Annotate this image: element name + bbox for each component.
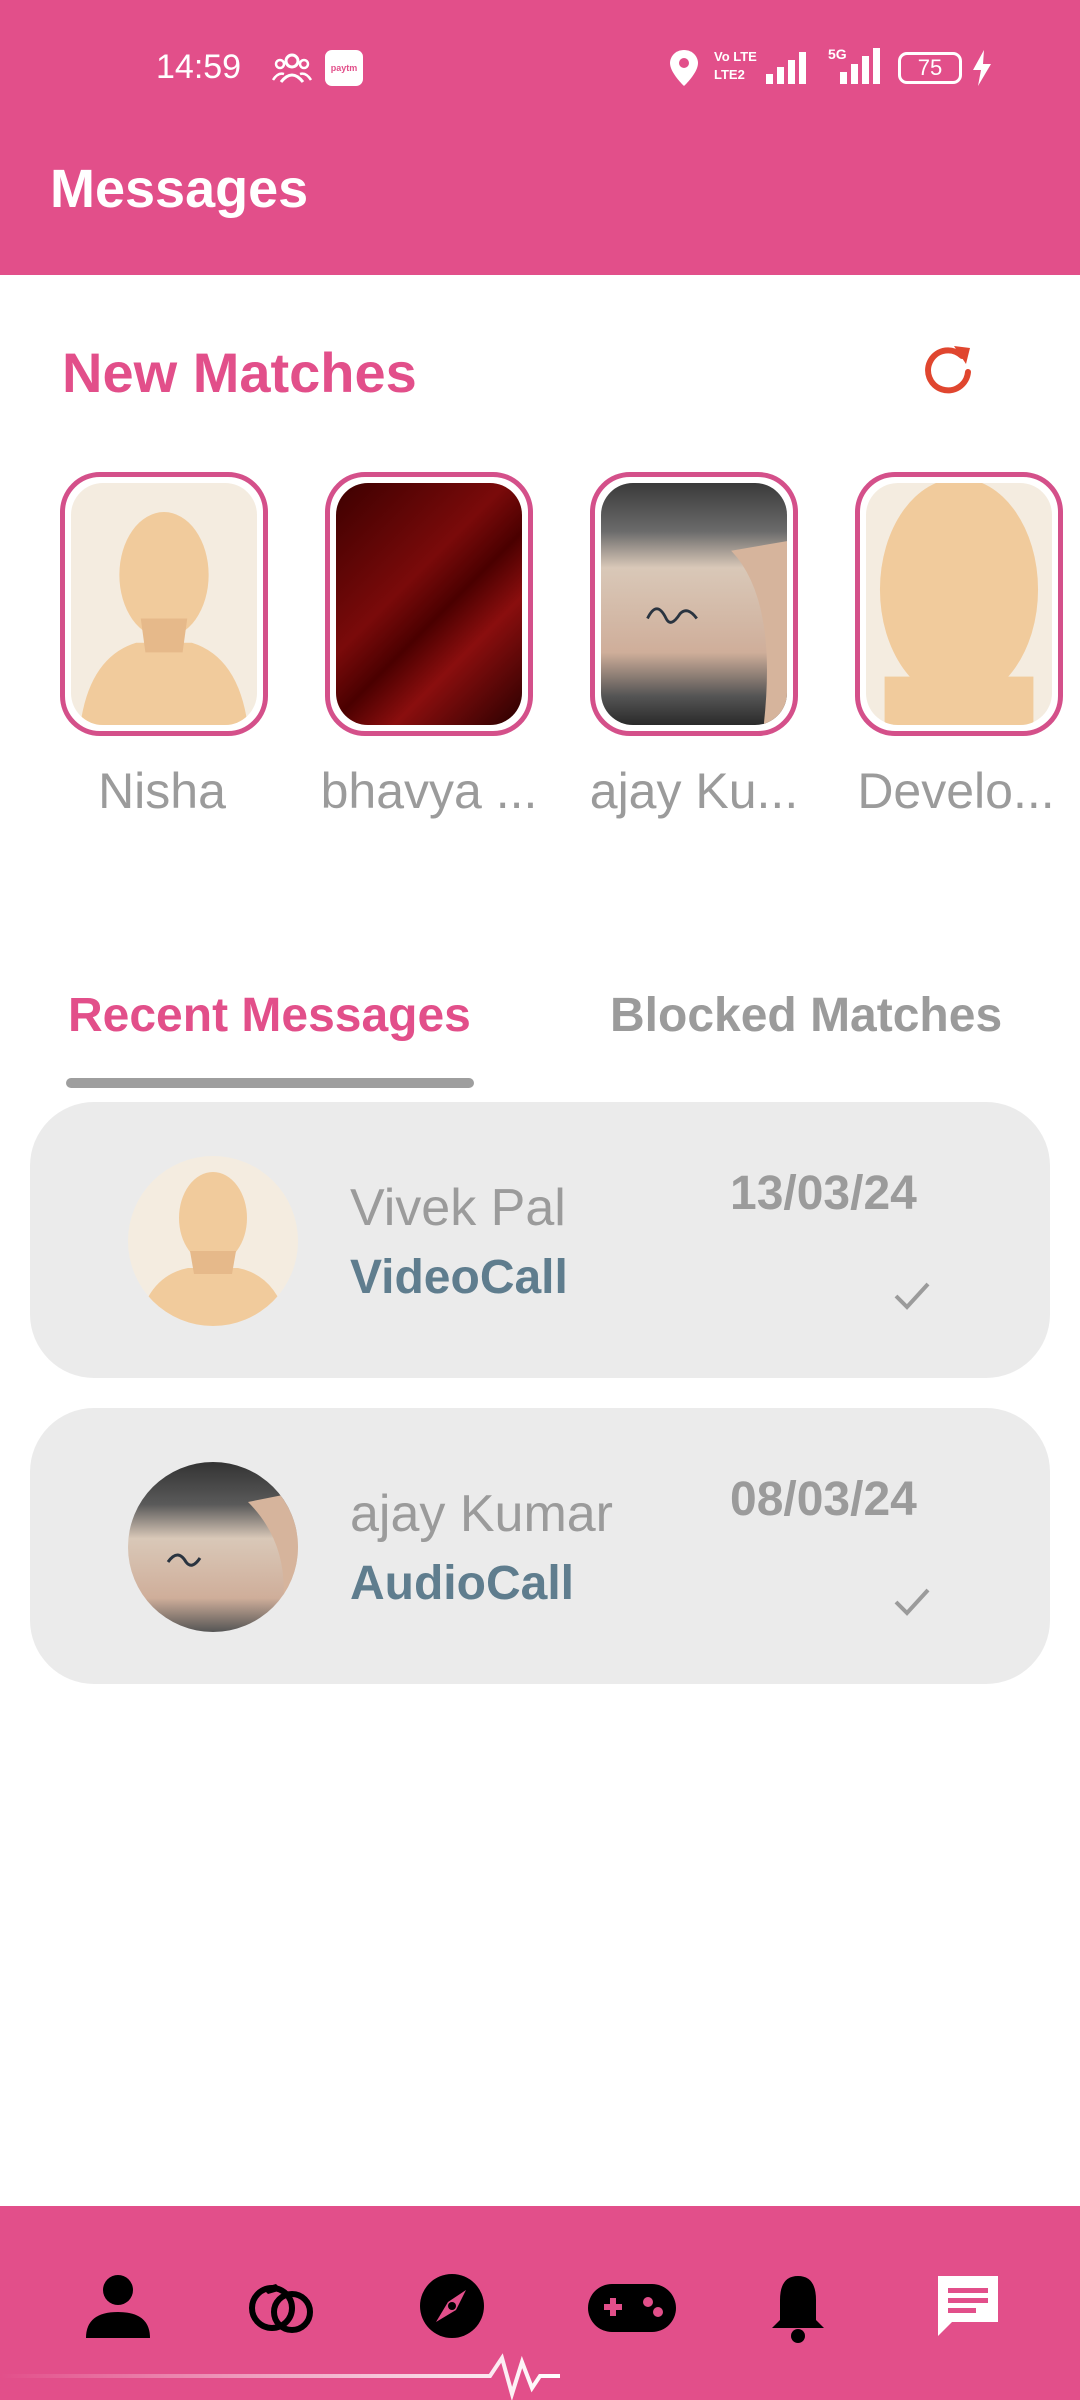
tattoo-photo — [601, 483, 787, 725]
location-icon — [670, 50, 698, 86]
conversation-name: ajay Kumar — [350, 1485, 613, 1543]
bell-icon[interactable] — [758, 2266, 838, 2346]
paytm-icon: paytm — [325, 50, 363, 86]
match-name: Develo... — [857, 763, 1055, 819]
match-card[interactable] — [590, 472, 798, 736]
profile-icon[interactable] — [78, 2266, 158, 2346]
compass-icon[interactable] — [412, 2266, 492, 2346]
match-name: ajay Ku... — [589, 763, 799, 819]
match-name: Nisha — [98, 763, 226, 819]
default-avatar — [71, 483, 257, 725]
conversation-name: Vivek Pal — [350, 1179, 566, 1237]
conversation-date: 08/03/24 — [730, 1473, 917, 1526]
match-card[interactable] — [325, 472, 533, 736]
conversation-date: 13/03/24 — [730, 1167, 917, 1220]
tab-blocked-matches[interactable]: Blocked Matches — [610, 988, 1002, 1043]
signal-icon-2 — [840, 48, 880, 84]
conversation-item[interactable]: Vivek Pal VideoCall 13/03/24 — [30, 1102, 1050, 1378]
volte-indicator: Vo LTE LTE2 — [714, 49, 757, 82]
avatar — [128, 1156, 298, 1326]
app-bar: 14:59 paytm Vo LTE LTE2 5G 75 Messages — [0, 0, 1080, 275]
gesture-bar — [0, 2353, 560, 2400]
rings-icon[interactable] — [242, 2266, 322, 2346]
default-avatar — [866, 483, 1052, 725]
conversation-item[interactable]: ajay Kumar AudioCall 08/03/24 — [30, 1408, 1050, 1684]
match-card[interactable] — [855, 472, 1063, 736]
tab-indicator — [66, 1078, 474, 1088]
match-card[interactable] — [60, 472, 268, 736]
check-icon — [894, 1588, 930, 1616]
page-title: Messages — [50, 159, 309, 219]
dark-red-photo — [336, 483, 522, 725]
refresh-icon[interactable] — [918, 340, 978, 400]
conversation-type: AudioCall — [350, 1557, 574, 1610]
signal-icon — [766, 52, 806, 84]
status-time: 14:59 — [156, 48, 242, 86]
people-icon — [272, 53, 312, 83]
match-name: bhavya ... — [320, 763, 538, 819]
check-icon — [894, 1282, 930, 1310]
status-bar: 14:59 paytm Vo LTE LTE2 5G 75 — [0, 36, 1080, 100]
battery-indicator: 75 — [898, 52, 962, 84]
conversation-type: VideoCall — [350, 1251, 568, 1304]
chat-icon[interactable] — [928, 2266, 1008, 2346]
tab-recent-messages[interactable]: Recent Messages — [68, 988, 471, 1043]
charging-icon — [973, 50, 991, 86]
new-matches-title: New Matches — [62, 341, 417, 404]
avatar — [128, 1462, 298, 1632]
gamepad-icon[interactable] — [584, 2266, 680, 2346]
bottom-navigation — [0, 2206, 1080, 2400]
